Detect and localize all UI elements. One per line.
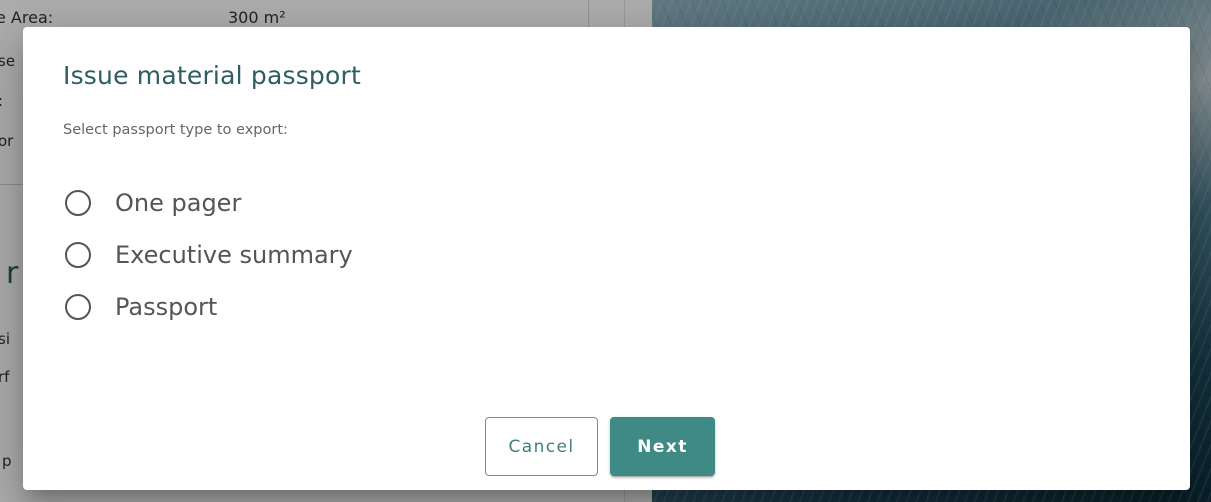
radio-option-executive-summary[interactable]: Executive summary	[65, 229, 353, 281]
issue-passport-dialog: Issue material passport Select passport …	[23, 27, 1190, 490]
radio-option-passport[interactable]: Passport	[65, 281, 353, 333]
dialog-title: Issue material passport	[63, 61, 361, 90]
radio-button-icon[interactable]	[65, 190, 91, 216]
radio-label[interactable]: One pager	[115, 189, 241, 217]
radio-option-one-pager[interactable]: One pager	[65, 177, 353, 229]
app-window: e Area: 300 m² se : or r i si rf p Issue…	[0, 0, 1211, 502]
radio-label[interactable]: Passport	[115, 293, 217, 321]
radio-label[interactable]: Executive summary	[115, 241, 353, 269]
radio-button-icon[interactable]	[65, 242, 91, 268]
passport-type-radio-group: One pager Executive summary Passport	[65, 177, 353, 333]
next-button[interactable]: Next	[610, 417, 715, 476]
radio-button-icon[interactable]	[65, 294, 91, 320]
dialog-subtitle: Select passport type to export:	[63, 122, 288, 138]
dialog-actions: Cancel Next	[485, 417, 715, 476]
cancel-button[interactable]: Cancel	[485, 417, 598, 476]
